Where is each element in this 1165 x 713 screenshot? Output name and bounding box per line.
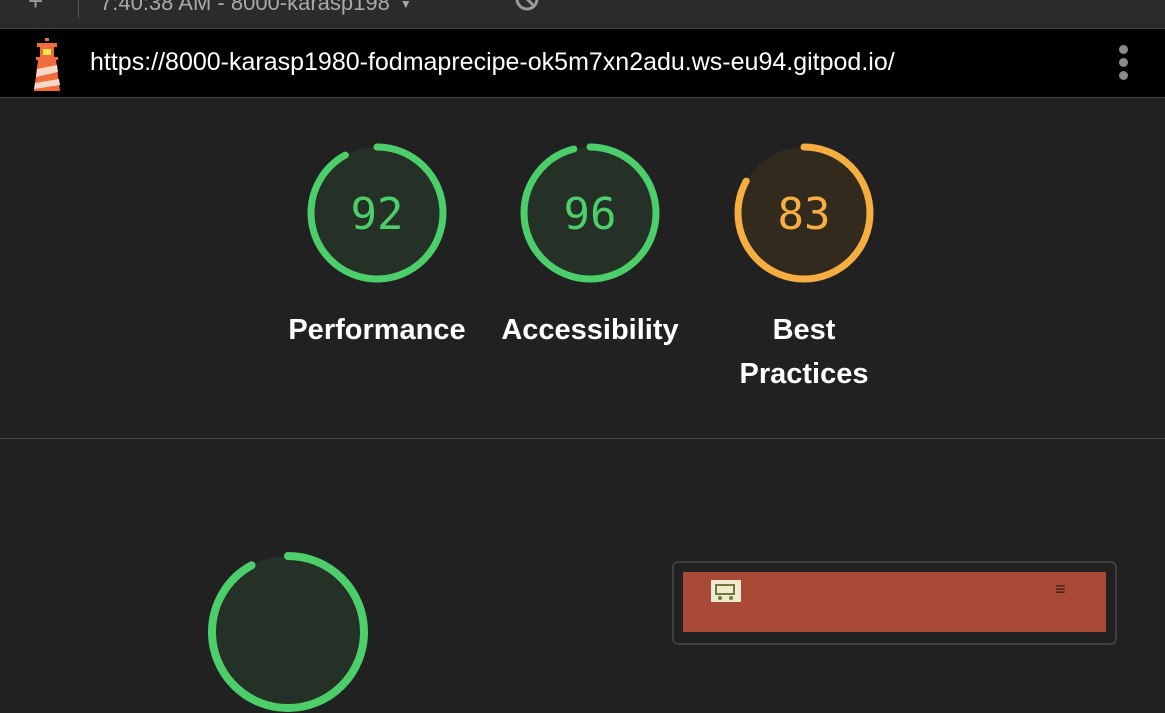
gauge-accessibility[interactable]: 96 Accessibility	[490, 142, 690, 352]
performance-gauge[interactable]	[207, 551, 369, 713]
gauge-score: 83	[778, 189, 831, 240]
report-select[interactable]: 7:40:38 AM - 8000-karasp198 ▼	[100, 0, 412, 16]
gauge-ring: 92	[307, 143, 447, 283]
score-gauges: 92 Performance 96 Accessibility 83 Best …	[0, 98, 1165, 439]
gauge-label: Best Practices	[739, 314, 869, 390]
block-icon[interactable]	[514, 0, 540, 12]
hamburger-icon[interactable]: ≡	[1055, 580, 1066, 598]
report-toolbar: + 7:40:38 AM - 8000-karasp198 ▼	[0, 0, 1165, 29]
report-header: https://8000-karasp1980-fodmaprecipe-ok5…	[0, 29, 1165, 98]
gauge-ring: 96	[520, 143, 660, 283]
gauge-score: 96	[564, 189, 617, 240]
page-screenshot-thumbnail[interactable]: ≡	[672, 561, 1117, 645]
gauge-ring: 83	[734, 143, 874, 283]
performance-detail: ≡	[0, 439, 1165, 712]
gauge-label: Accessibility	[501, 314, 679, 346]
gauge-best-practices[interactable]: 83 Best Practices	[703, 142, 905, 396]
gauge-score: 92	[351, 189, 404, 240]
vertical-dots-icon[interactable]	[1112, 43, 1136, 83]
cart-icon	[711, 580, 741, 602]
toolbar-divider	[78, 0, 79, 18]
gauge-performance[interactable]: 92 Performance	[277, 142, 477, 352]
page-url: https://8000-karasp1980-fodmaprecipe-ok5…	[90, 48, 895, 76]
report-select-label: 7:40:38 AM - 8000-karasp198	[100, 0, 390, 15]
chevron-down-icon: ▼	[399, 0, 412, 12]
gauge-label: Performance	[288, 314, 466, 346]
add-report-button[interactable]: +	[28, 0, 43, 17]
lighthouse-icon	[34, 38, 60, 91]
thumbnail-page-header: ≡	[683, 572, 1106, 632]
